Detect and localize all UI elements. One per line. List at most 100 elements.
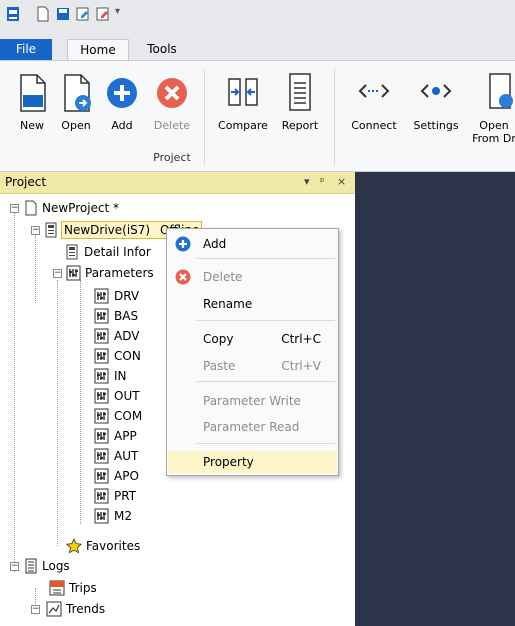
menu-label: Property xyxy=(203,455,254,469)
param-group-label: BAS xyxy=(114,309,139,323)
ribbon-tab-row: File Home Tools xyxy=(0,36,515,60)
collapse-toggle[interactable]: − xyxy=(31,605,40,614)
settings-icon xyxy=(420,84,452,98)
open-from-drive-icon xyxy=(489,73,513,109)
tree-node-param-group[interactable]: M2 xyxy=(74,506,164,526)
tree-node-trends[interactable]: − Trends xyxy=(29,599,149,619)
tree-node-param-group[interactable]: APP xyxy=(74,426,164,446)
compare-button[interactable]: Compare xyxy=(214,67,272,151)
tree-node-param-group[interactable]: ADV xyxy=(74,326,164,346)
delete-button[interactable]: Delete xyxy=(146,67,198,151)
tree-node-param-group[interactable]: COM xyxy=(74,406,164,426)
trips-icon xyxy=(49,580,65,596)
menu-shortcut: Ctrl+V xyxy=(281,359,321,373)
tree-node-param-group[interactable]: CON xyxy=(74,346,164,366)
tree-node-logs[interactable]: − Logs xyxy=(8,556,128,576)
tree-node-trips[interactable]: Trips xyxy=(29,578,149,598)
parameter-group-icon xyxy=(94,428,109,444)
parameter-group-icon xyxy=(94,408,109,424)
pane-title: Project xyxy=(5,175,47,189)
menu-item-delete[interactable]: Delete xyxy=(168,266,337,288)
tree-connector xyxy=(14,212,15,572)
collapse-toggle[interactable]: − xyxy=(10,204,19,213)
new-file-icon[interactable] xyxy=(36,6,50,22)
menu-item-add[interactable]: Add xyxy=(168,233,337,255)
new-document-icon xyxy=(20,74,46,112)
menu-item-property[interactable]: Property xyxy=(168,451,337,473)
logs-label: Logs xyxy=(42,559,70,573)
context-menu: Add Delete Rename Copy Ctrl+C Paste Ctrl… xyxy=(166,228,339,476)
tab-file[interactable]: File xyxy=(0,39,52,60)
menu-label: Add xyxy=(203,237,227,251)
parameter-group-icon xyxy=(94,388,109,404)
tree-node-param-group[interactable]: APO xyxy=(74,466,164,486)
tab-tools[interactable]: Tools xyxy=(140,39,184,60)
trips-label: Trips xyxy=(69,581,97,595)
project-icon xyxy=(25,200,37,216)
ribbon: New Open Add Delete Compare Report Conne… xyxy=(0,60,515,172)
collapse-toggle[interactable]: − xyxy=(31,226,40,235)
detail-info-icon xyxy=(66,244,78,260)
pin-icon[interactable]: ᵖ xyxy=(320,175,325,188)
edit-icon[interactable] xyxy=(76,6,90,22)
compare-label: Compare xyxy=(218,119,268,132)
param-group-label: PRT xyxy=(114,489,137,503)
tree-node-param-group[interactable]: BAS xyxy=(74,306,164,326)
open-button[interactable]: Open xyxy=(56,67,96,151)
pane-menu-icon[interactable]: ▾ xyxy=(304,175,310,188)
connect-button[interactable]: Connect xyxy=(344,67,404,151)
workspace-area xyxy=(355,172,515,626)
menu-label: Parameter Read xyxy=(203,420,300,434)
menu-item-paste[interactable]: Paste Ctrl+V xyxy=(168,355,337,377)
tree-node-param-group[interactable]: PRT xyxy=(74,486,164,506)
quick-access-dropdown-icon[interactable]: ▾ xyxy=(115,6,120,17)
compare-icon xyxy=(228,78,258,106)
menu-item-parameter-read[interactable]: Parameter Read xyxy=(168,416,337,438)
param-group-label: AUT xyxy=(114,449,139,463)
parameter-group-icon xyxy=(94,348,109,364)
add-icon xyxy=(175,236,191,252)
new-button[interactable]: New xyxy=(12,67,52,151)
delete-icon xyxy=(157,78,187,108)
tree-node-param-group[interactable]: OUT xyxy=(74,386,164,406)
logs-icon xyxy=(25,558,37,574)
tree-node-param-group[interactable]: DRV xyxy=(74,286,164,306)
menu-separator xyxy=(197,381,335,382)
parameter-group-icon xyxy=(94,508,109,524)
menu-item-rename[interactable]: Rename xyxy=(168,293,337,315)
menu-item-parameter-write[interactable]: Parameter Write xyxy=(168,390,337,412)
tree-node-param-group[interactable]: AUT xyxy=(74,446,164,466)
menu-item-copy[interactable]: Copy Ctrl+C xyxy=(168,328,337,350)
tab-home[interactable]: Home xyxy=(67,39,129,60)
tree-node-favorites[interactable]: Favorites xyxy=(51,536,171,556)
menu-label: Parameter Write xyxy=(203,394,301,408)
report-icon xyxy=(289,73,311,111)
tree-node-param-group[interactable]: IN xyxy=(74,366,164,386)
param-group-label: APO xyxy=(114,469,139,483)
connect-label: Connect xyxy=(351,119,397,132)
parameter-group-icon xyxy=(94,448,109,464)
title-bar: ▾ xyxy=(0,0,515,36)
param-group-label: COM xyxy=(114,409,143,423)
delete-label: Delete xyxy=(153,119,191,132)
report-button[interactable]: Report xyxy=(274,67,326,151)
open-from-drive-button[interactable]: Open From Dr xyxy=(472,67,515,151)
collapse-toggle[interactable]: − xyxy=(53,269,62,278)
new-label: New xyxy=(20,119,44,132)
tree-connector xyxy=(57,280,58,546)
favorites-label: Favorites xyxy=(86,539,141,553)
collapse-toggle[interactable]: − xyxy=(10,562,19,571)
connect-icon xyxy=(358,84,390,98)
settings-label: Settings xyxy=(413,119,459,132)
settings-button[interactable]: Settings xyxy=(408,67,464,151)
tree-node-project[interactable]: − NewProject * xyxy=(8,198,208,218)
star-icon xyxy=(66,538,82,554)
save-icon[interactable] xyxy=(56,6,70,22)
param-group-label: OUT xyxy=(114,389,140,403)
add-button[interactable]: Add xyxy=(100,67,144,151)
project-pane-header: Project ▾ ᵖ × xyxy=(0,172,355,194)
edit-delete-icon[interactable] xyxy=(96,6,110,22)
parameters-label: Parameters xyxy=(85,266,154,280)
close-icon[interactable]: × xyxy=(337,175,346,188)
menu-separator xyxy=(197,443,335,444)
